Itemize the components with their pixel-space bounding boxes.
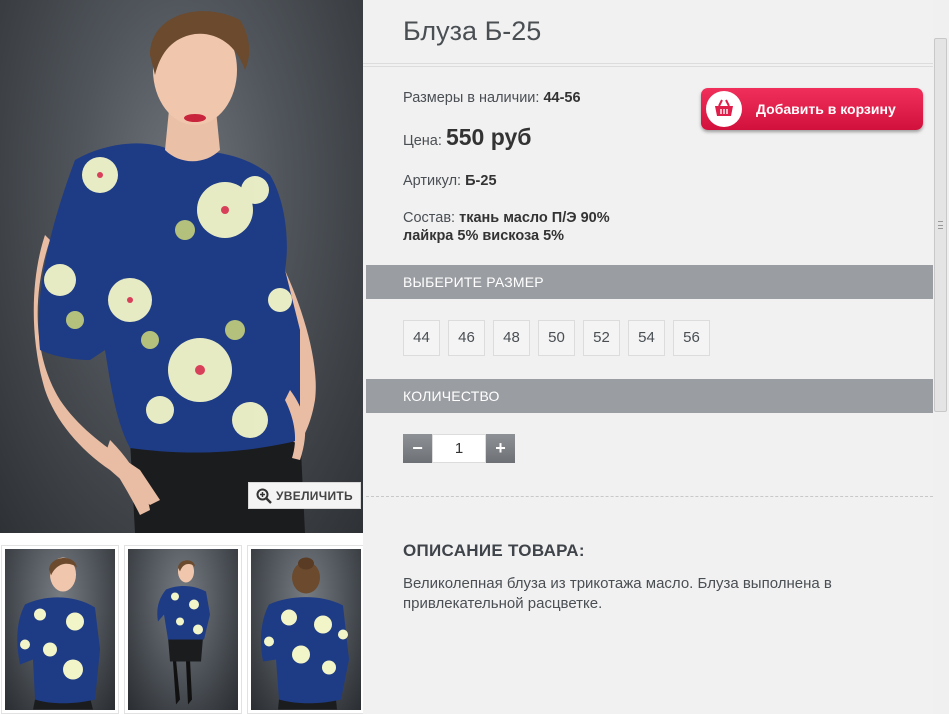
zoom-label: УВЕЛИЧИТЬ bbox=[276, 488, 353, 503]
quantity-increase-button[interactable]: + bbox=[486, 434, 515, 463]
page-scrollbar[interactable] bbox=[933, 0, 949, 714]
size-option-44[interactable]: 44 bbox=[403, 320, 440, 356]
article-row: Артикул: Б-25 bbox=[403, 173, 497, 189]
product-info-panel: Блуза Б-25 Размеры в наличии: 44-56 Цена… bbox=[363, 0, 933, 714]
price-label: Цена: bbox=[403, 133, 442, 149]
size-option-46[interactable]: 46 bbox=[448, 320, 485, 356]
thumbnail-strip bbox=[0, 541, 365, 714]
size-option-54[interactable]: 54 bbox=[628, 320, 665, 356]
price-value: 550 руб bbox=[445, 124, 532, 150]
size-options: 44 46 48 50 52 54 56 bbox=[403, 320, 710, 356]
basket-icon bbox=[706, 91, 742, 127]
size-option-56[interactable]: 56 bbox=[673, 320, 710, 356]
sizes-available-label: Размеры в наличии: bbox=[403, 90, 540, 106]
quantity-header: КОЛИЧЕСТВО bbox=[366, 379, 933, 413]
thumbnail-full-image bbox=[157, 560, 210, 705]
zoom-in-icon bbox=[256, 488, 272, 504]
composition-row: Состав: ткань масло П/Э 90% лайкра 5% ви… bbox=[403, 209, 610, 245]
thumbnail-front[interactable] bbox=[1, 545, 119, 714]
size-option-52[interactable]: 52 bbox=[583, 320, 620, 356]
size-option-50[interactable]: 50 bbox=[538, 320, 575, 356]
sizes-available-value: 44-56 bbox=[543, 90, 581, 106]
thumbnail-back[interactable] bbox=[247, 545, 365, 714]
description-title: ОПИСАНИЕ ТОВАРА: bbox=[403, 541, 585, 560]
zoom-button[interactable]: УВЕЛИЧИТЬ bbox=[248, 482, 361, 509]
thumbnail-full[interactable] bbox=[124, 545, 242, 714]
thumbnail-front-image bbox=[17, 557, 101, 710]
quantity-input[interactable] bbox=[432, 434, 486, 463]
article-label: Артикул: bbox=[403, 173, 462, 189]
price-row: Цена: 550 руб bbox=[403, 124, 531, 151]
scroll-grip-icon bbox=[938, 221, 943, 229]
section-divider bbox=[366, 496, 933, 497]
quantity-decrease-button[interactable]: − bbox=[403, 434, 432, 463]
scrollbar-thumb[interactable] bbox=[934, 38, 947, 412]
sizes-available-row: Размеры в наличии: 44-56 bbox=[403, 90, 581, 106]
size-option-48[interactable]: 48 bbox=[493, 320, 530, 356]
title-divider bbox=[363, 63, 933, 67]
model-photo-illustration bbox=[33, 11, 316, 533]
thumbnail-back-image bbox=[261, 557, 349, 710]
article-value: Б-25 bbox=[465, 173, 497, 189]
product-main-photo[interactable]: УВЕЛИЧИТЬ bbox=[0, 0, 363, 533]
description-text: Великолепная блуза из трикотажа масло. Б… bbox=[403, 575, 832, 612]
product-title: Блуза Б-25 bbox=[403, 16, 542, 46]
composition-line-2: лайкра 5% вискоза 5% bbox=[403, 228, 565, 244]
choose-size-header: ВЫБЕРИТЕ РАЗМЕР bbox=[366, 265, 933, 299]
composition-line-1: ткань масло П/Э 90% bbox=[459, 210, 610, 226]
quantity-stepper: − + bbox=[403, 434, 515, 463]
add-to-cart-button[interactable]: Добавить в корзину bbox=[701, 88, 923, 130]
add-to-cart-label: Добавить в корзину bbox=[756, 101, 896, 117]
composition-label: Состав: bbox=[403, 210, 456, 226]
